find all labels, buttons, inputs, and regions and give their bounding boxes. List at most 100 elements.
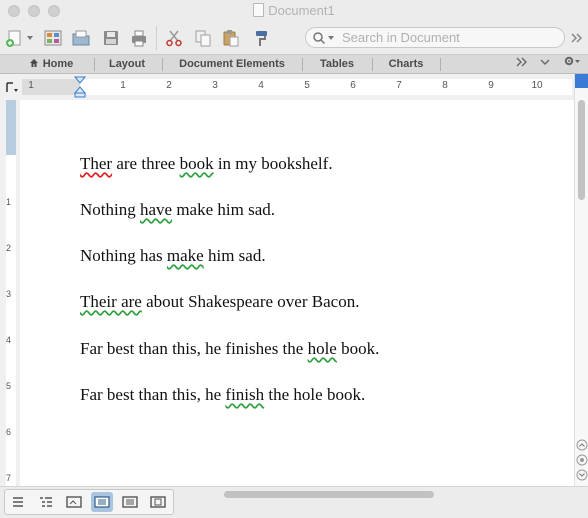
ruler-number: 3 — [212, 80, 218, 91]
collapse-ribbon-icon[interactable] — [536, 55, 554, 74]
horizontal-ruler[interactable]: 1 1 2 3 4 5 6 7 8 9 10 — [22, 76, 572, 98]
search-field[interactable]: Search in Document — [305, 27, 565, 48]
paragraph-text: are three — [112, 154, 180, 173]
tab-charts[interactable]: Charts — [376, 55, 436, 74]
ruler-number: 10 — [531, 80, 543, 91]
previous-page-icon[interactable] — [576, 438, 588, 451]
ruler-number: 5 — [304, 80, 310, 91]
status-bar — [0, 486, 588, 518]
document-icon — [253, 3, 265, 17]
ribbon-settings-gear-icon[interactable] — [558, 55, 586, 74]
search-icon[interactable] — [312, 31, 336, 45]
more-tabs-icon[interactable] — [512, 55, 532, 74]
paragraph-text: about Shakespeare over Bacon. — [141, 292, 360, 311]
document-paragraph[interactable]: Nothing has make him sad. — [80, 246, 266, 266]
vertical-ruler-number: 5 — [6, 381, 12, 391]
ruler-number: 7 — [396, 80, 402, 91]
new-document-dropdown-icon[interactable] — [24, 27, 36, 49]
ruler-text-area — [80, 79, 572, 95]
grammar-error-word[interactable]: have — [140, 200, 172, 219]
vertical-scroll-thumb[interactable] — [578, 100, 585, 200]
grammar-error-word[interactable]: finish — [225, 385, 264, 404]
tab-document-elements-label: Document Elements — [179, 58, 285, 70]
home-icon — [29, 59, 38, 67]
vertical-ruler-number: 6 — [6, 427, 12, 437]
vertical-ruler-number: 4 — [6, 335, 12, 345]
toolbar-separator — [156, 26, 157, 50]
tab-divider — [372, 58, 373, 71]
paragraph-text: the hole book. — [264, 385, 366, 404]
tab-divider — [162, 58, 163, 71]
search-placeholder: Search in Document — [342, 30, 460, 45]
draft-view-icon[interactable] — [7, 492, 29, 512]
print-icon[interactable] — [128, 27, 150, 49]
tab-stop-selector-icon[interactable] — [3, 80, 19, 94]
grammar-error-word[interactable]: make — [167, 246, 204, 265]
tab-charts-label: Charts — [388, 58, 424, 70]
copy-icon[interactable] — [192, 27, 214, 49]
document-paragraph[interactable]: Ther are three book in my bookshelf. — [80, 154, 333, 174]
paragraph-text: Far best than this, he — [80, 385, 226, 404]
tab-tables[interactable]: Tables — [306, 55, 368, 74]
ruler-number: 2 — [166, 80, 172, 91]
paragraph-text: Nothing has — [80, 246, 167, 265]
vertical-ruler-number: 1 — [6, 197, 12, 207]
vertical-scrollbar[interactable] — [574, 74, 588, 486]
vertical-ruler-number: 3 — [6, 289, 12, 299]
paragraph-text: book. — [336, 339, 380, 358]
indent-marker-icon[interactable] — [73, 76, 87, 98]
paragraph-text: Nothing — [80, 200, 140, 219]
format-painter-icon[interactable] — [250, 27, 272, 49]
print-layout-view-icon[interactable] — [91, 492, 113, 512]
horizontal-scroll-thumb[interactable] — [224, 491, 434, 498]
tab-layout[interactable]: Layout — [98, 55, 156, 74]
spelling-error-word[interactable]: Ther — [80, 154, 112, 173]
ruler-toggle-icon[interactable] — [575, 74, 588, 88]
view-switcher — [4, 489, 174, 515]
horizontal-ruler-row: 1 1 2 3 4 5 6 7 8 9 10 — [0, 74, 588, 100]
tab-divider — [302, 58, 303, 71]
ruler-number: 8 — [442, 80, 448, 91]
document-paragraph[interactable]: Their are about Shakespeare over Bacon. — [80, 292, 359, 312]
ruler-number: 6 — [350, 80, 356, 91]
focus-view-icon[interactable] — [147, 492, 169, 512]
grammar-error-word[interactable]: book — [180, 154, 214, 173]
paragraph-text: Far best than this, he finishes the — [80, 339, 308, 358]
document-page[interactable]: Ther are three book in my bookshelf. Noth… — [22, 100, 574, 486]
grammar-error-word[interactable]: hole — [308, 339, 337, 358]
vertical-ruler[interactable]: 1 2 3 4 5 6 7 — [0, 100, 20, 486]
ruler-number: 1 — [28, 80, 34, 91]
grammar-error-word[interactable]: Their are — [80, 292, 142, 311]
toolbar-overflow-icon[interactable] — [566, 27, 586, 49]
next-page-icon[interactable] — [576, 468, 588, 481]
top-margin-area — [6, 100, 16, 155]
paragraph-text: him sad. — [203, 246, 266, 265]
tab-document-elements[interactable]: Document Elements — [166, 55, 298, 74]
ruler-number: 4 — [258, 80, 264, 91]
window-title: Document1 — [0, 3, 588, 18]
document-paragraph[interactable]: Far best than this, he finish the hole b… — [80, 385, 365, 405]
ruler-number: 1 — [120, 80, 126, 91]
save-icon[interactable] — [100, 27, 122, 49]
document-paragraph[interactable]: Nothing have make him sad. — [80, 200, 275, 220]
paste-icon[interactable] — [220, 27, 242, 49]
ribbon-tab-bar: Home Layout Document Elements Tables Cha… — [0, 54, 588, 74]
new-document-icon[interactable] — [4, 27, 26, 49]
open-icon[interactable] — [70, 27, 92, 49]
cut-icon[interactable] — [163, 27, 185, 49]
paragraph-text: in my bookshelf. — [213, 154, 333, 173]
notebook-layout-view-icon[interactable] — [119, 492, 141, 512]
tab-divider — [440, 58, 441, 71]
document-paragraph[interactable]: Far best than this, he finishes the hole… — [80, 339, 379, 359]
tab-layout-label: Layout — [108, 58, 146, 70]
tab-divider — [94, 58, 95, 71]
templates-icon[interactable] — [42, 27, 64, 49]
title-bar: Document1 — [0, 0, 588, 22]
ruler-number: 9 — [488, 80, 494, 91]
browse-object-icon[interactable] — [576, 453, 588, 466]
paragraph-text: make him sad. — [172, 200, 275, 219]
tab-home[interactable]: Home — [18, 55, 84, 74]
standard-toolbar: Search in Document — [0, 22, 588, 54]
outline-view-icon[interactable] — [35, 492, 57, 512]
publishing-layout-view-icon[interactable] — [63, 492, 85, 512]
